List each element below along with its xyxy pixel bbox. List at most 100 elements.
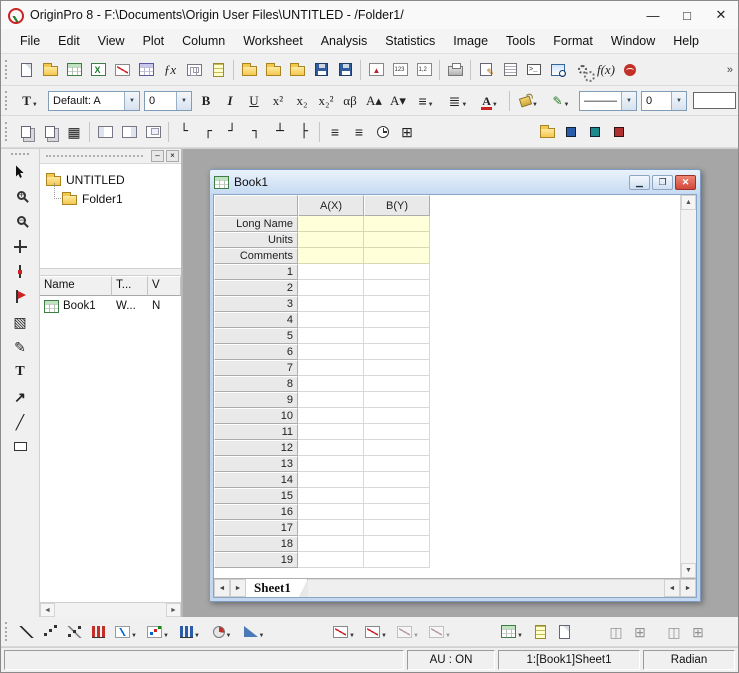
worksheet-cell[interactable]	[364, 472, 430, 488]
worksheet-cell[interactable]	[298, 232, 364, 248]
scatter-plot-button[interactable]	[38, 620, 62, 643]
worksheet-cell[interactable]	[364, 520, 430, 536]
worksheet-cell[interactable]	[298, 408, 364, 424]
scrollbar-track[interactable]	[55, 603, 166, 617]
special-line-dropdown-button[interactable]: ▼	[110, 620, 142, 643]
zoom-in-tool-button[interactable]	[8, 185, 32, 208]
file-list-row-book1[interactable]: Book1 W... N	[40, 296, 181, 316]
data-reader-tool-button[interactable]	[8, 260, 32, 283]
italic-button[interactable]: I	[218, 89, 242, 112]
new-layout-button[interactable]	[182, 58, 206, 81]
scroll-right-button[interactable]: ►	[680, 579, 696, 597]
worksheet-cell[interactable]	[364, 216, 430, 232]
script-window-button[interactable]	[522, 58, 546, 81]
combo-arrow-icon[interactable]: ▼	[176, 91, 191, 110]
worksheet-cell[interactable]	[298, 312, 364, 328]
row-label[interactable]: Units	[214, 232, 298, 248]
toolbar-grip[interactable]	[5, 60, 10, 79]
book1-minimize-button[interactable]: ▁	[629, 174, 650, 190]
results-log-button[interactable]	[498, 58, 522, 81]
superscript-button[interactable]: x²	[266, 89, 290, 112]
font-color-button[interactable]: A ▼	[474, 89, 506, 112]
fitting-function-organizer-button[interactable]: f(x)	[594, 58, 618, 81]
menu-view[interactable]: View	[89, 31, 134, 51]
special-bar-dropdown-button[interactable]: ▼	[174, 620, 206, 643]
panel-splitter[interactable]	[40, 268, 181, 276]
worksheet-cell[interactable]	[364, 392, 430, 408]
file-list-column-name[interactable]: Name	[40, 276, 112, 296]
worksheet-cell[interactable]	[364, 264, 430, 280]
close-button[interactable]: ✕	[704, 1, 738, 29]
row-label[interactable]: 8	[214, 376, 298, 392]
update-clock-button[interactable]	[371, 120, 395, 143]
tab-sheet1[interactable]: Sheet1	[246, 579, 308, 597]
font-style-combo[interactable]: Default: A ▼	[48, 90, 140, 111]
worksheet-cell[interactable]	[298, 280, 364, 296]
screen-reader-tool-button[interactable]	[8, 235, 32, 258]
tab-scroll-left-button[interactable]: ◄	[214, 579, 230, 597]
axes-bottom-button[interactable]: ┴	[268, 120, 292, 143]
remove-data-marker-button[interactable]	[607, 120, 631, 143]
origin-central-button[interactable]	[618, 58, 642, 81]
add-layer-right-button[interactable]	[117, 120, 141, 143]
row-label[interactable]: Comments	[214, 248, 298, 264]
worksheet-cell[interactable]	[364, 552, 430, 568]
panel-minimize-button[interactable]: –	[151, 150, 164, 162]
worksheet-cell[interactable]	[298, 472, 364, 488]
row-label[interactable]: 2	[214, 280, 298, 296]
row-label[interactable]: 10	[214, 408, 298, 424]
worksheet-cell[interactable]	[298, 376, 364, 392]
worksheet-cell[interactable]	[364, 536, 430, 552]
toolbar-grip[interactable]	[5, 91, 10, 110]
worksheet-cell[interactable]	[364, 408, 430, 424]
new-workbook-button[interactable]	[62, 58, 86, 81]
worksheet-cell[interactable]	[364, 232, 430, 248]
scroll-left-button[interactable]: ◄	[664, 579, 680, 597]
show-grid-button[interactable]: ⊞	[395, 120, 419, 143]
worksheet-cell[interactable]	[364, 488, 430, 504]
stack-horizontal-button[interactable]: ≡	[323, 120, 347, 143]
maximize-button[interactable]: □	[670, 1, 704, 29]
line-spacing-button[interactable]: ≣ ▼	[442, 89, 474, 112]
new-matrix-button[interactable]	[134, 58, 158, 81]
worksheet-cell[interactable]	[364, 440, 430, 456]
toolbar-grip[interactable]	[11, 153, 29, 155]
refresh-window-button[interactable]	[38, 120, 62, 143]
row-label[interactable]: 13	[214, 456, 298, 472]
add-inset-layer-button[interactable]	[141, 120, 165, 143]
row-label[interactable]: 6	[214, 344, 298, 360]
row-label[interactable]: 3	[214, 296, 298, 312]
rectangle-tool-button[interactable]	[8, 435, 32, 458]
row-label[interactable]: 4	[214, 312, 298, 328]
greek-button[interactable]: αβ	[338, 89, 362, 112]
worksheet-grid-view-button[interactable]: ▦	[62, 120, 86, 143]
menu-edit[interactable]: Edit	[49, 31, 89, 51]
menu-window[interactable]: Window	[602, 31, 664, 51]
code-builder-button[interactable]	[570, 58, 595, 82]
format-tool-button[interactable]: T ▼	[14, 89, 46, 112]
new-folder-button[interactable]	[38, 58, 62, 81]
arrow-tool-button[interactable]: ↗	[8, 385, 32, 408]
duplicate-book-button[interactable]	[552, 620, 576, 643]
tree-item-untitled[interactable]: UNTITLED	[46, 170, 177, 189]
worksheet-cell[interactable]	[364, 424, 430, 440]
worksheet-cell[interactable]	[364, 376, 430, 392]
panel-grip[interactable]	[46, 155, 143, 157]
worksheet-cell[interactable]	[364, 312, 430, 328]
area-plot-dropdown-button[interactable]: ▼	[238, 620, 270, 643]
fill-color-button[interactable]: ▼	[513, 89, 545, 112]
minimize-button[interactable]: —	[636, 1, 670, 29]
color-swatch[interactable]	[693, 92, 736, 109]
row-label[interactable]: 12	[214, 440, 298, 456]
axes-left-top-button[interactable]: ┌	[196, 120, 220, 143]
save-project-button[interactable]	[309, 58, 333, 81]
zoom-out-tool-button[interactable]	[8, 210, 32, 233]
decrease-font-button[interactable]: A▾	[386, 89, 410, 112]
worksheet-cell[interactable]	[298, 264, 364, 280]
book1-restore-button[interactable]: ❐	[652, 174, 673, 190]
row-label[interactable]: 16	[214, 504, 298, 520]
axes-left-bottom-button[interactable]: └	[172, 120, 196, 143]
import-wizard-button[interactable]	[364, 58, 388, 81]
row-label[interactable]: 7	[214, 360, 298, 376]
worksheet-cell[interactable]	[298, 440, 364, 456]
